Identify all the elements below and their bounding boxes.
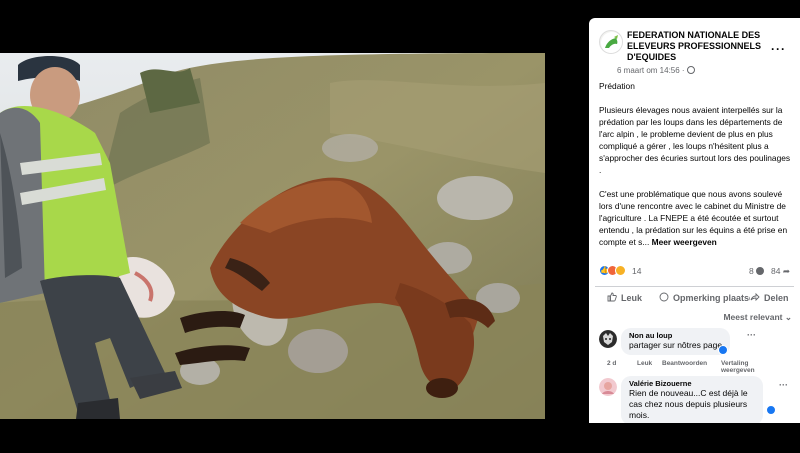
- post-message: Prédation Plusieurs élevages nous avaien…: [599, 80, 794, 260]
- globe-icon: [686, 66, 695, 74]
- user-photo-avatar-icon: [599, 378, 617, 396]
- comment-like-reaction-icon[interactable]: [766, 405, 776, 415]
- comment-more-icon[interactable]: ···: [779, 380, 788, 390]
- comment-bubble: Valérie Bizouerne Rien de nouveau...C es…: [621, 376, 763, 423]
- like-label: Leuk: [621, 293, 643, 303]
- post-paragraph: C'est une problématique que nous avons s…: [599, 188, 794, 248]
- comment-button[interactable]: Opmerking plaatsen: [659, 292, 760, 303]
- comment-count-value: 8: [749, 266, 754, 276]
- comment-bubble: Non au loup partager sur nôtres page: [621, 328, 731, 355]
- share-arrow-icon: ➦: [782, 266, 790, 276]
- share-label: Delen: [764, 293, 789, 303]
- reactions-bar: 👍 14 8 84 ➦: [599, 265, 794, 279]
- more-options-icon[interactable]: ···: [771, 42, 786, 56]
- commenter-avatar[interactable]: [599, 378, 617, 396]
- comment-like-button[interactable]: Leuk: [637, 360, 652, 367]
- commenter-avatar[interactable]: [599, 330, 617, 348]
- thumbs-up-icon: [607, 292, 617, 302]
- share-count-value: 84: [771, 266, 781, 276]
- comment-icon: [659, 292, 669, 302]
- page-avatar[interactable]: [599, 30, 623, 54]
- comment-reply-button[interactable]: Beantwoorden: [662, 360, 707, 367]
- share-icon: [750, 292, 760, 302]
- share-count[interactable]: 84 ➦: [771, 266, 790, 277]
- share-button[interactable]: Delen: [750, 292, 789, 303]
- photo-viewer: FEDERATION NATIONALE DES ELEVEURS PROFES…: [0, 0, 800, 453]
- post-panel: FEDERATION NATIONALE DES ELEVEURS PROFES…: [589, 18, 800, 423]
- post-paragraph: Prédation: [599, 81, 635, 91]
- comment-bubble-icon: [756, 267, 765, 275]
- comment-like-reaction-icon[interactable]: [718, 345, 728, 355]
- comment-text: Rien de nouveau...C est déjà le cas chez…: [629, 388, 748, 420]
- horse-logo-icon: [601, 32, 622, 53]
- comment-text: partager sur nôtres page: [629, 340, 723, 350]
- comment-count[interactable]: 8: [749, 266, 765, 276]
- wolf-avatar-icon: [599, 330, 617, 348]
- page-name-link[interactable]: FEDERATION NATIONALE DES ELEVEURS PROFES…: [627, 30, 777, 63]
- commenter-name[interactable]: Non au loup: [629, 331, 722, 340]
- action-bar: Leuk Opmerking plaatsen Delen: [595, 286, 794, 308]
- comment-label: Opmerking plaatsen: [673, 293, 760, 303]
- post-timestamp[interactable]: 6 maart om 14:56 ·: [617, 66, 695, 75]
- comment-translate-button[interactable]: Vertaling weergeven: [721, 360, 755, 374]
- see-more-link[interactable]: Meer weergeven: [652, 237, 717, 247]
- comment-more-icon[interactable]: ···: [747, 330, 756, 340]
- commenter-name[interactable]: Valérie Bizouerne: [629, 379, 755, 388]
- like-button[interactable]: Leuk: [607, 292, 642, 303]
- post-photo[interactable]: [0, 53, 545, 419]
- sad-reaction-icon[interactable]: [615, 265, 626, 276]
- reaction-count[interactable]: 14: [632, 266, 641, 276]
- horse-photo-image: [0, 53, 545, 419]
- post-date[interactable]: 6 maart om 14:56 ·: [617, 66, 685, 75]
- comment-time[interactable]: 2 d: [607, 360, 616, 367]
- comment-sort-dropdown[interactable]: Meest relevant ⌄: [723, 312, 792, 323]
- post-paragraph: Plusieurs élevages nous avaient interpel…: [599, 105, 791, 175]
